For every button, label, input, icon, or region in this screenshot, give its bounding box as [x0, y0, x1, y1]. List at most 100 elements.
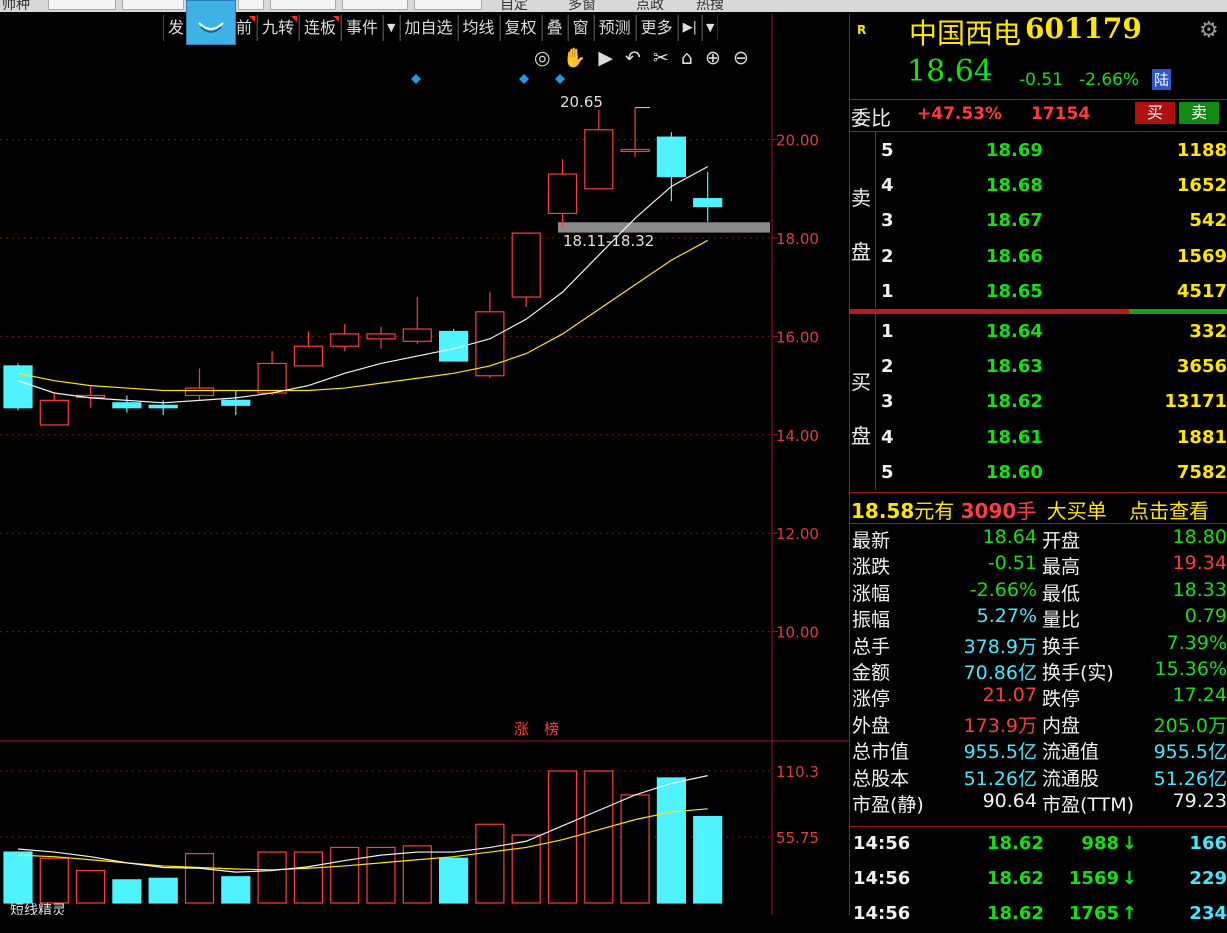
buy-order-row[interactable]: 4 18.61 1881 [849, 421, 1227, 456]
sell-button[interactable]: 卖 [1179, 102, 1219, 124]
volume-bar[interactable] [402, 845, 432, 904]
volume-bar[interactable] [148, 877, 178, 904]
volume-bar[interactable] [620, 794, 650, 904]
tb-chuang[interactable]: 窗 [567, 15, 594, 41]
top-menu-item[interactable]: 热搜 [696, 0, 724, 12]
tb-lianban[interactable]: 连板 [299, 15, 342, 41]
big-order-row[interactable]: 18.58元有 3090手 大买单 点击查看 [851, 495, 1209, 524]
candle-body[interactable] [547, 173, 578, 214]
candle-body[interactable] [511, 232, 541, 298]
sell-order-row[interactable]: 2 18.66 1569 [849, 240, 1227, 275]
buy-button[interactable]: 买 [1135, 102, 1175, 124]
volume-bar[interactable] [293, 851, 323, 904]
gear-icon[interactable]: ⚙ [1199, 18, 1219, 43]
stat-value: 7.39% [1166, 631, 1227, 654]
tb-junxian[interactable]: 均线 [457, 15, 500, 41]
candle-body[interactable] [184, 387, 215, 397]
volume-bar[interactable] [366, 846, 396, 904]
buy-order-row[interactable]: 2 18.63 3656 [849, 350, 1227, 385]
volume-bar[interactable] [184, 852, 215, 904]
event-diamond-icon[interactable] [555, 74, 565, 84]
volume-bar[interactable] [112, 879, 142, 904]
volume-bar[interactable] [439, 857, 469, 904]
zhangbang-label[interactable]: 涨 榜 [514, 720, 559, 738]
buy-order-row[interactable]: 1 18.64 332 [849, 315, 1227, 350]
top-tab[interactable] [342, 0, 408, 10]
candle-body[interactable] [620, 148, 650, 153]
event-diamond-icon[interactable] [519, 74, 529, 84]
buy-order-row[interactable]: 3 18.62 13171 [849, 385, 1227, 420]
tb-yuce[interactable]: 预测 [593, 15, 636, 41]
candle-body[interactable] [402, 328, 432, 342]
candle-body[interactable] [3, 365, 33, 409]
candle-body[interactable] [221, 399, 251, 406]
tick-row[interactable]: 14:56 18.62 1765 ↑ 234 [849, 903, 1227, 933]
tb-expand-icon[interactable]: ▶| [677, 15, 703, 41]
volume-bar[interactable] [39, 857, 69, 904]
tb-die[interactable]: 叠 [541, 15, 568, 41]
volume-bar[interactable] [693, 815, 723, 904]
volume-bar[interactable] [257, 851, 287, 904]
tb-dropdown2-icon[interactable]: ▼ [702, 15, 719, 41]
volume-bars[interactable] [3, 770, 723, 904]
buy-order-row[interactable]: 5 18.60 7582 [849, 456, 1227, 491]
volume-bar[interactable] [584, 770, 614, 904]
short-line-sprite-label[interactable]: 短线精灵 [10, 903, 66, 915]
quote-panel: R 中国西电 601179 ⚙ 18.64 -0.51 -2.66% 陆 委比 … [849, 12, 1227, 924]
candle-body[interactable] [148, 404, 178, 409]
candle-body[interactable] [257, 362, 287, 394]
order-level: 3 [881, 210, 894, 232]
tb-jiuzhuan[interactable]: 九转 [257, 15, 300, 41]
kline-chart[interactable]: 20.00 18.00 16.00 14.00 12.00 10.00 20.65 18.… [0, 0, 849, 915]
top-tab[interactable] [122, 0, 184, 10]
top-menu-item[interactable]: 点政 [636, 0, 664, 12]
tick-row[interactable]: 14:56 18.62 988 ↓ 166 [849, 833, 1227, 863]
order-level: 2 [881, 356, 894, 378]
order-level: 2 [881, 245, 894, 267]
volume-bar[interactable] [475, 823, 505, 904]
stat-value: 15.36% [1154, 658, 1227, 680]
event-markers[interactable] [411, 74, 565, 84]
sell-order-row[interactable]: 5 18.69 1188 [849, 134, 1227, 169]
top-tab[interactable] [238, 0, 264, 10]
price-change-pct: -2.66% [1079, 70, 1140, 90]
candle-body[interactable] [693, 198, 723, 208]
top-menu-item[interactable]: 多窗 [568, 0, 596, 12]
candle-body[interactable] [39, 399, 69, 426]
tb-add-watchlist[interactable]: 加自选 [399, 15, 458, 41]
sell-order-row[interactable]: 3 18.67 542 [849, 204, 1227, 239]
tb-dropdown-icon[interactable]: ▼ [383, 15, 400, 41]
event-diamond-icon[interactable] [411, 74, 421, 84]
tb-fuquan[interactable]: 复权 [499, 15, 542, 41]
tick-row[interactable]: 14:56 18.62 1569 ↓ 229 [849, 868, 1227, 898]
sell-order-row[interactable]: 1 18.65 4517 [849, 275, 1227, 310]
candle-body[interactable] [112, 402, 142, 409]
candle-body[interactable] [366, 333, 396, 340]
candle-body[interactable] [330, 333, 360, 347]
top-tab[interactable] [48, 0, 116, 10]
sell-order-row[interactable]: 4 18.68 1652 [849, 169, 1227, 204]
candle-body[interactable] [584, 129, 614, 190]
tick-vol: 1569 [1068, 868, 1119, 889]
chart-tools[interactable]: ◎ ✋ ▶ ↶ ✂ ⌂ ⊕ ⊖ [534, 46, 752, 69]
tb-gengduo[interactable]: 更多 [635, 15, 678, 41]
volume-bar[interactable] [656, 777, 687, 904]
assistant-avatar[interactable] [186, 0, 236, 45]
candle-body[interactable] [656, 136, 687, 178]
tb-shijian[interactable]: 事件 [341, 15, 384, 41]
top-tab[interactable] [270, 0, 336, 10]
volume-bar[interactable] [330, 846, 360, 904]
top-tab[interactable] [414, 0, 482, 10]
tick-price: 18.62 [987, 903, 1044, 924]
stat-label: 最新 [852, 530, 891, 552]
volume-bar[interactable] [75, 869, 106, 904]
chart-tool-icons[interactable]: ◎ ✋ ▶ ↶ ✂ ⌂ ⊕ ⊖ [534, 47, 752, 69]
candlesticks[interactable] [3, 107, 723, 426]
candle-body[interactable] [293, 345, 323, 367]
tick-n: 234 [1189, 903, 1227, 924]
volume-bar[interactable] [3, 851, 33, 904]
top-menu-item[interactable]: 自定 [500, 0, 528, 12]
view-detail-link[interactable]: 点击查看 [1129, 499, 1209, 523]
top-menu-item[interactable]: 帅种 [2, 0, 30, 12]
volume-bar[interactable] [221, 876, 251, 904]
